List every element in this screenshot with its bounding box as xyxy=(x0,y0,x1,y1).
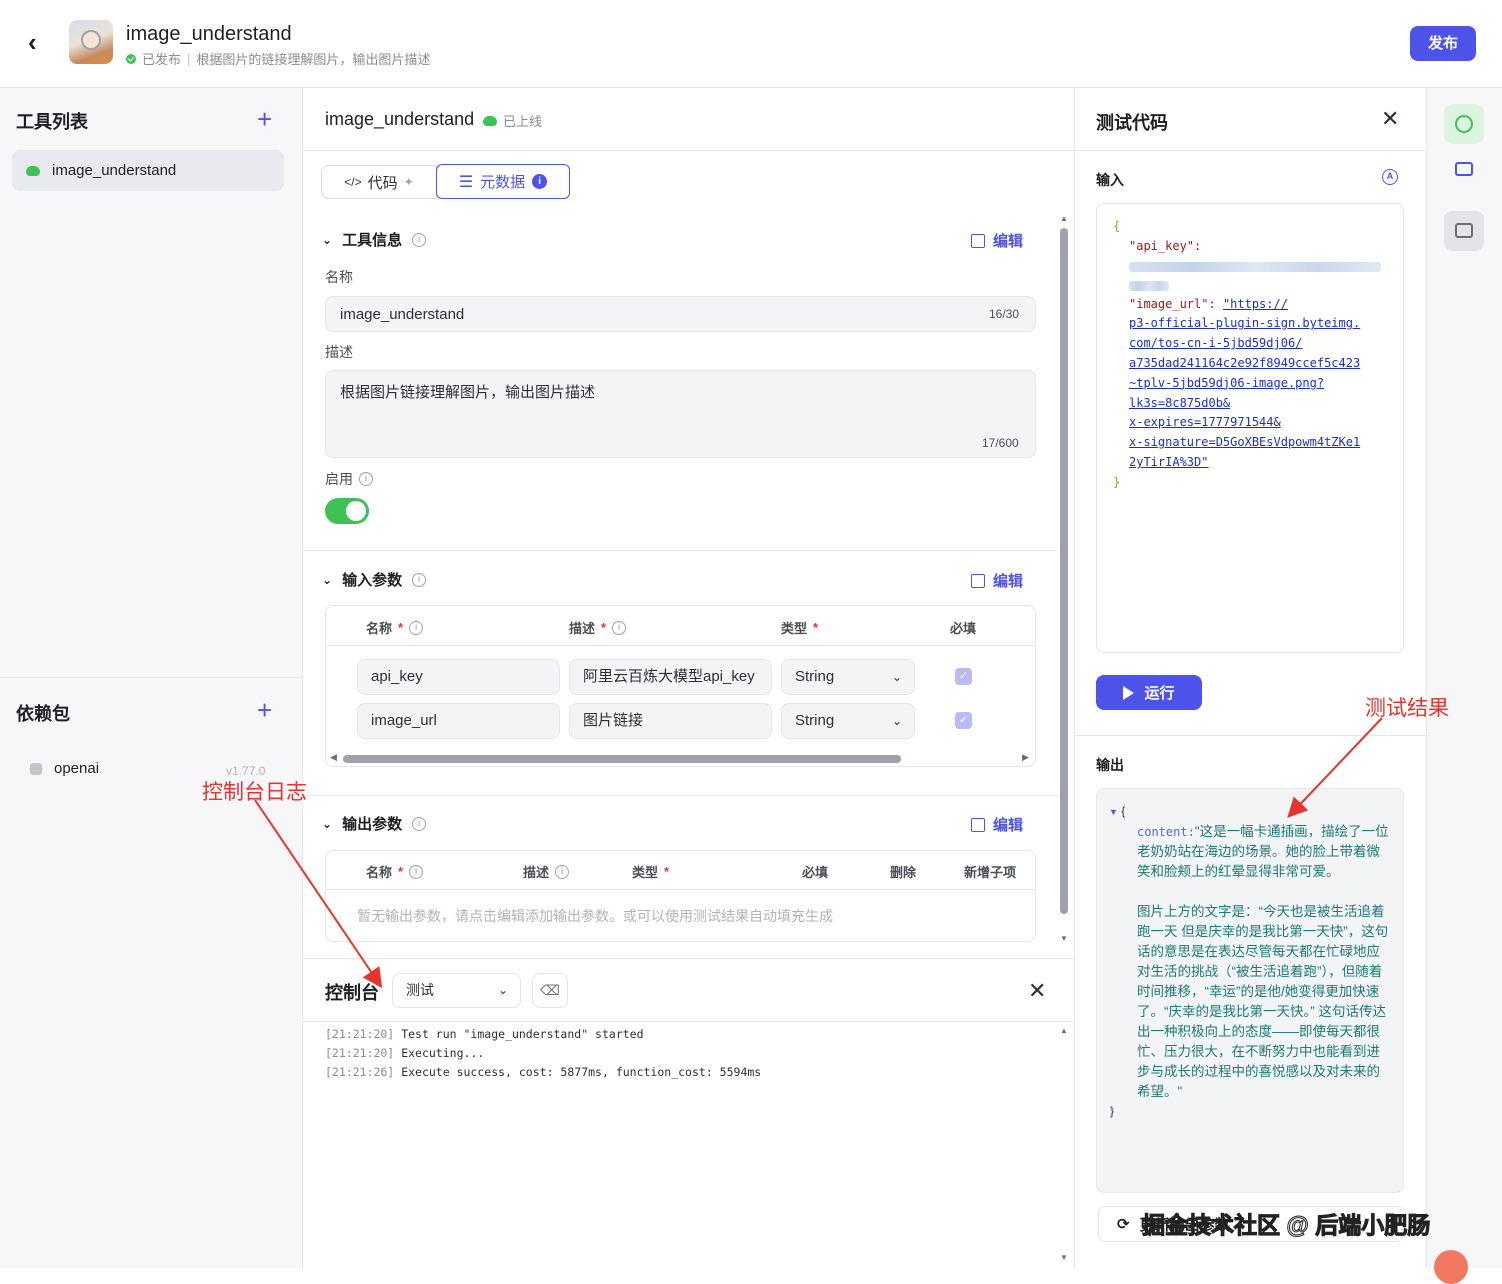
watermark: 掘金技术社区 @ 后端小肥肠 xyxy=(1141,1212,1431,1239)
arrow-console-log xyxy=(254,799,383,989)
mascot-icon xyxy=(1434,1250,1468,1284)
arrow-test-result xyxy=(1287,717,1383,818)
annotation-arrows xyxy=(254,717,1383,989)
